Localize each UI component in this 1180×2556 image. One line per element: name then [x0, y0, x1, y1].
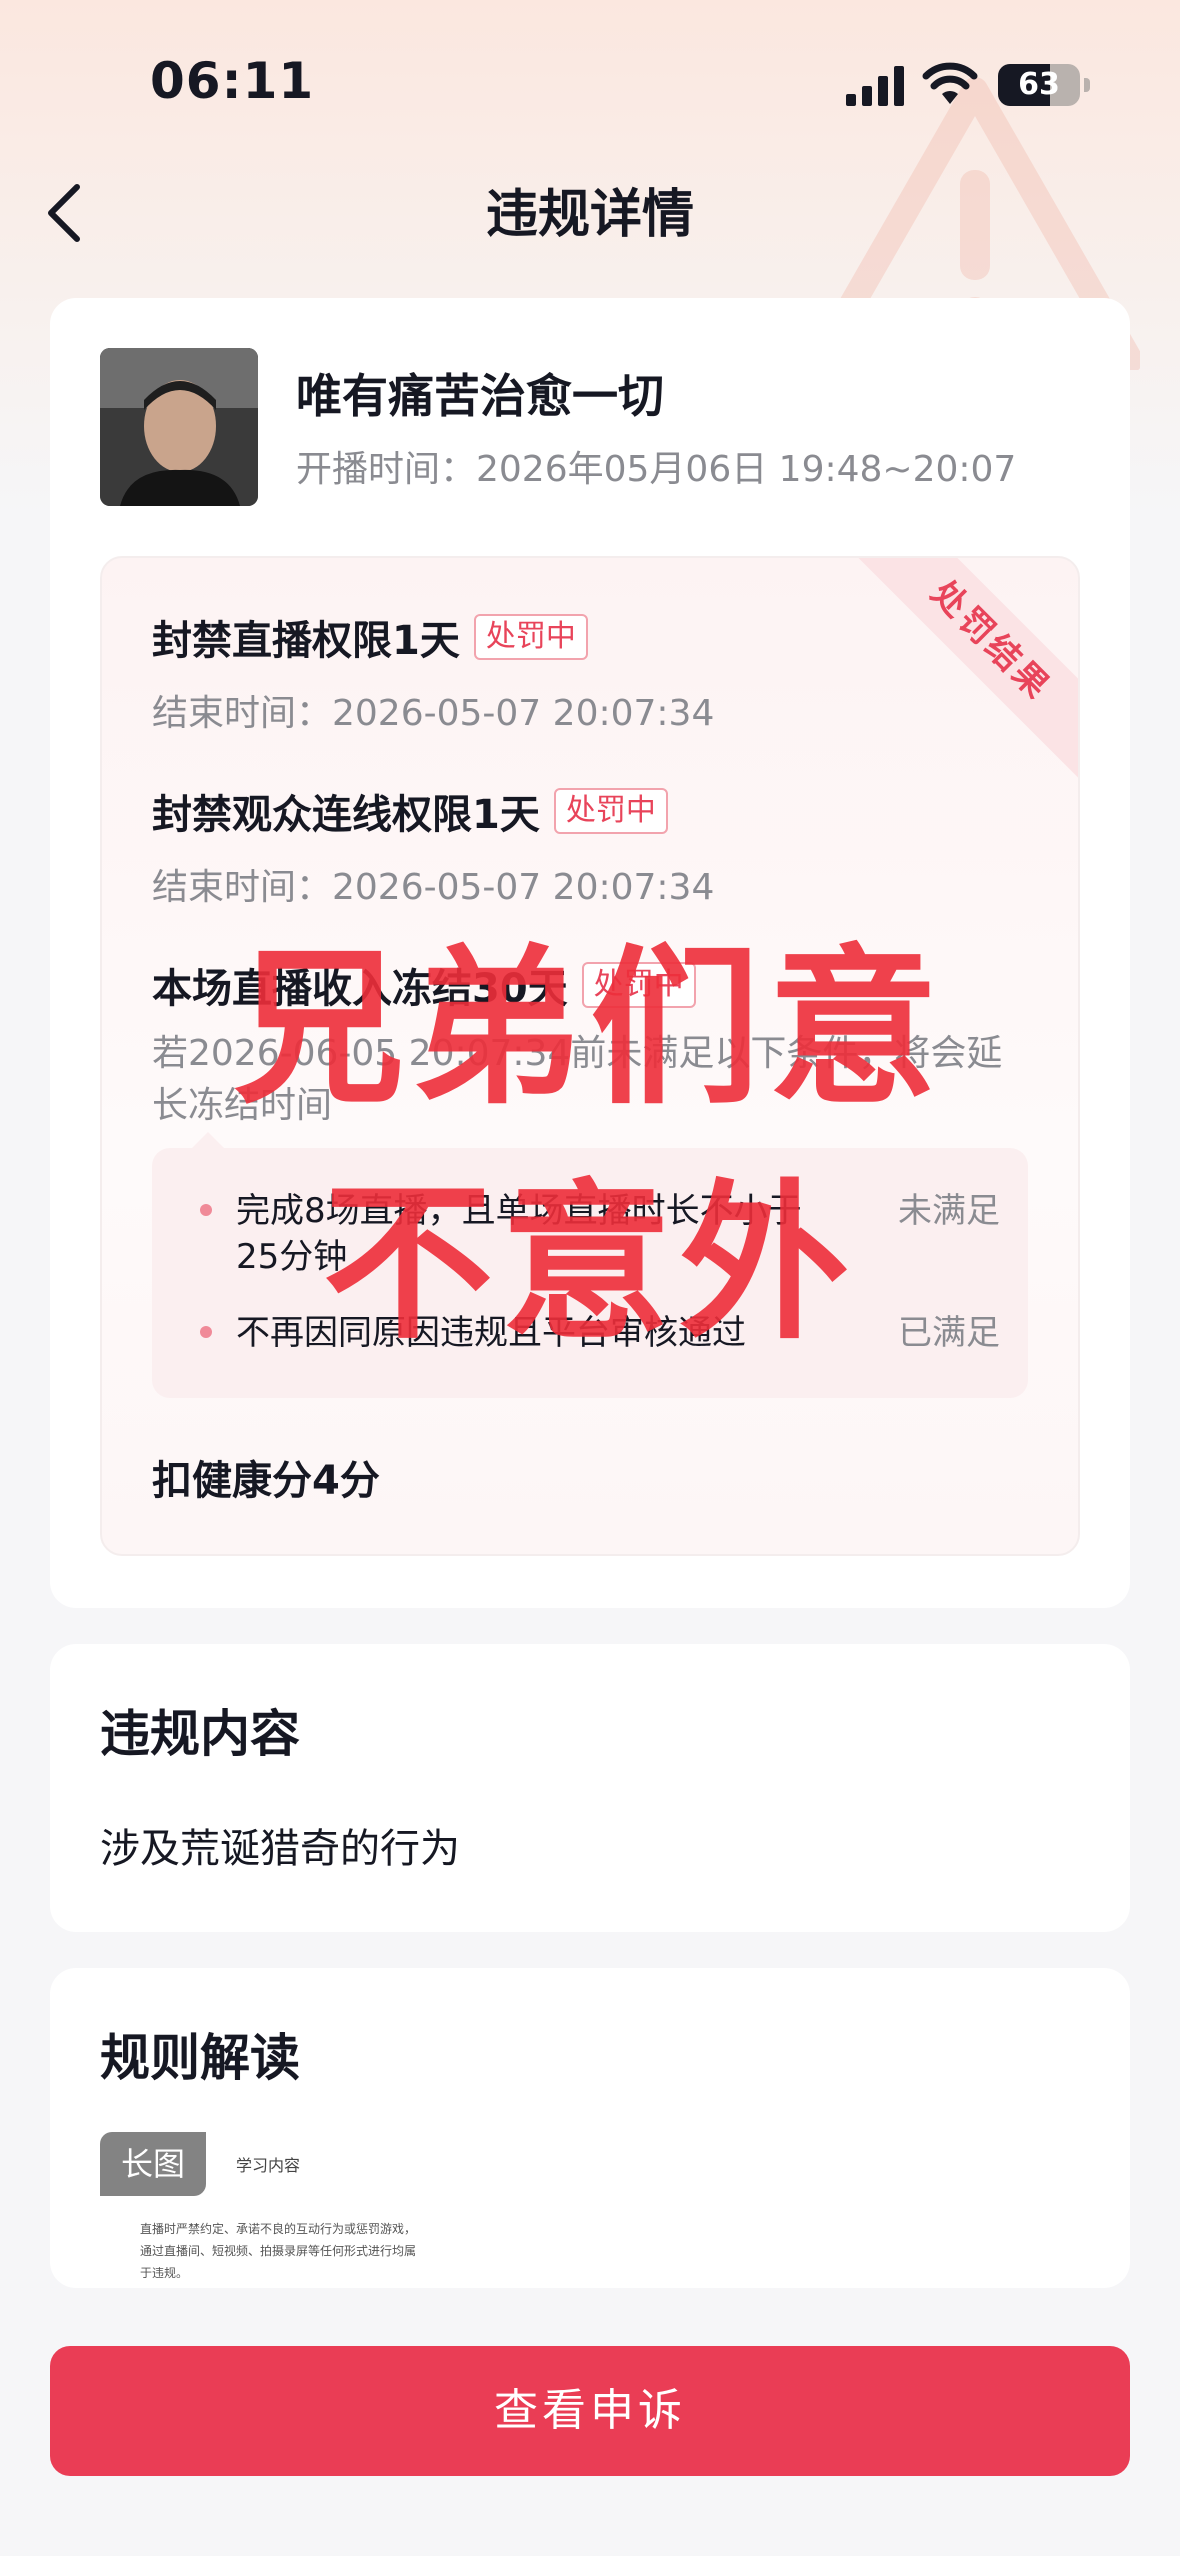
bullet-dot	[200, 1204, 212, 1216]
thumb-header: 学习内容	[236, 2156, 301, 2175]
battery-cap	[1084, 78, 1090, 92]
thumb-text-line: 直播时严禁约定、承诺不良的互动行为或惩罚游戏，	[140, 2222, 417, 2236]
penalty-item-title: 封禁观众连线权限1天 处罚中	[152, 782, 668, 840]
penalty-item-label: 本场直播收入冻结30天	[152, 966, 568, 1012]
status-bar: 06:11 63	[0, 0, 1180, 150]
penalty-end-time: 结束时间：2026-05-07 20:07:34	[152, 693, 715, 734]
penalty-freeze-note: 若2026-06-05 20:07:34前未满足以下条件，将会延长冻结时间	[152, 1033, 1003, 1126]
penalty-item-title: 本场直播收入冻结30天 处罚中	[152, 956, 696, 1014]
thumb-text-line: 通过直播间、短视频、拍摄录屏等任何形式进行均属	[140, 2244, 417, 2258]
bullet-dot	[200, 1326, 212, 1338]
penalty-result-ribbon: 处罚结果	[849, 558, 1078, 783]
conditions-box: 完成8场直播，且单场直播时长不小于25分钟 未满足 不再因同原因违规且平台审核通…	[152, 1132, 1028, 1398]
penalty-item-label: 封禁观众连线权限1天	[152, 792, 540, 838]
penalty-item-title: 封禁直播权限1天 处罚中	[152, 608, 588, 666]
status-badge: 处罚中	[473, 614, 588, 660]
cellular-signal-icon	[846, 66, 904, 106]
condition-row: 完成8场直播，且单场直播时长不小于25分钟 未满足	[200, 1188, 1000, 1280]
view-appeal-button[interactable]: 查看申诉	[50, 2346, 1130, 2476]
navigation-bar: 违规详情	[0, 160, 1180, 260]
health-score-deduction: 扣健康分4分	[152, 1458, 380, 1504]
status-time: 06:11	[150, 52, 315, 110]
long-image-tag: 长图	[100, 2132, 206, 2196]
conditions-pointer	[192, 1132, 224, 1148]
rules-title: 规则解读	[100, 2029, 300, 2087]
avatar-image	[100, 348, 258, 506]
condition-text: 不再因同原因违规且平台审核通过	[236, 1313, 746, 1353]
wifi-icon	[922, 62, 978, 104]
violation-content-card: 违规内容 涉及荒诞猎奇的行为	[50, 1644, 1130, 1932]
penalty-card: 唯有痛苦治愈一切 开播时间：2026年05月06日 19:48~20:07 处罚…	[50, 298, 1130, 1608]
penalty-item-label: 封禁直播权限1天	[152, 618, 460, 664]
thumb-text-line: 于违规。	[140, 2266, 189, 2280]
penalty-end-time: 结束时间：2026-05-07 20:07:34	[152, 867, 715, 908]
condition-text: 完成8场直播，且单场直播时长不小于25分钟	[236, 1191, 802, 1277]
status-badge: 处罚中	[553, 788, 668, 834]
status-badge: 处罚中	[581, 962, 696, 1008]
battery-percent: 63	[1018, 67, 1060, 102]
condition-status: 已满足	[898, 1313, 1000, 1353]
condition-row: 不再因同原因违规且平台审核通过 已满足	[200, 1310, 1000, 1356]
battery-indicator: 63	[998, 64, 1080, 106]
condition-status: 未满足	[898, 1191, 1000, 1231]
penalty-result-box: 处罚结果 封禁直播权限1天 处罚中 结束时间：2026-05-07 20:07:…	[100, 556, 1080, 1556]
streamer-name: 唯有痛苦治愈一切	[296, 369, 664, 423]
avatar[interactable]	[100, 348, 258, 506]
violation-title: 违规内容	[100, 1705, 300, 1763]
page-title: 违规详情	[485, 185, 694, 245]
violation-content: 涉及荒诞猎奇的行为	[100, 1826, 460, 1872]
live-time: 开播时间：2026年05月06日 19:48~20:07	[296, 449, 1017, 490]
rules-card: 规则解读 长图 学习内容 直播时严禁约定、承诺不良的互动行为或惩罚游戏， 通过直…	[50, 1968, 1130, 2288]
